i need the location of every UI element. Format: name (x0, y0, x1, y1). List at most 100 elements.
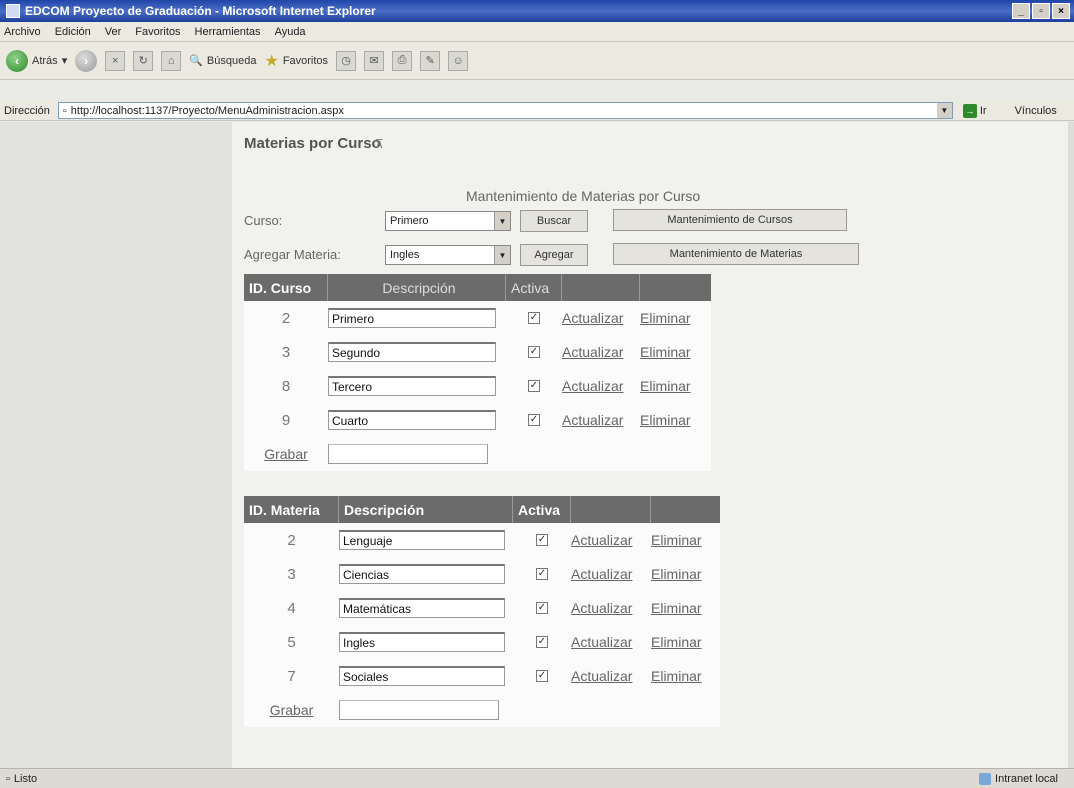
chevron-down-icon: ▼ (494, 246, 510, 264)
descripcion-input[interactable]: Ciencias (339, 564, 505, 584)
activa-checkbox[interactable]: ✓ (528, 380, 540, 392)
vertical-scrollbar[interactable] (1068, 122, 1074, 768)
header-descripcion: Descripción (328, 274, 506, 301)
table-row: 2 Primero ✓ Actualizar Eliminar (244, 301, 711, 335)
collapse-icon[interactable]: ⊼ (375, 137, 384, 151)
edit-icon[interactable]: ✎ (420, 50, 441, 71)
home-icon[interactable]: ⌂ (161, 50, 182, 71)
header-id-curso: ID. Curso (244, 274, 328, 301)
descripcion-input[interactable]: Ingles (339, 632, 505, 652)
descripcion-input[interactable]: Tercero (328, 376, 496, 396)
print-icon[interactable]: ⎙ (392, 50, 413, 71)
mantenimiento-materias-button[interactable]: Mantenimiento de Materias (613, 243, 859, 265)
eliminar-link[interactable]: Eliminar (651, 600, 702, 616)
refresh-icon[interactable]: ↻ (133, 50, 154, 71)
descripcion-input[interactable]: Sociales (339, 666, 505, 686)
actualizar-link[interactable]: Actualizar (571, 566, 632, 582)
curso-selected-value: Primero (390, 215, 429, 227)
new-curso-input[interactable] (328, 444, 488, 464)
address-dropdown-icon[interactable]: ▼ (936, 103, 952, 118)
new-materia-input[interactable] (339, 700, 499, 720)
grabar-link[interactable]: Grabar (270, 702, 314, 718)
history-icon[interactable]: ◷ (336, 50, 357, 71)
materia-select[interactable]: Ingles ▼ (385, 245, 511, 265)
table-row: 3 Ciencias ✓ Actualizar Eliminar (244, 557, 720, 591)
actualizar-link[interactable]: Actualizar (562, 378, 623, 394)
address-bar: Dirección ▫ http://localhost:1137/Proyec… (0, 101, 1074, 121)
agregar-button[interactable]: Agregar (520, 244, 588, 266)
cursos-grid-body: 2 Primero ✓ Actualizar Eliminar 3 Segund… (244, 301, 711, 471)
descripcion-input[interactable]: Lenguaje (339, 530, 505, 550)
eliminar-link[interactable]: Eliminar (640, 344, 691, 360)
activa-checkbox[interactable]: ✓ (528, 414, 540, 426)
row-id: 8 (281, 377, 291, 395)
eliminar-link[interactable]: Eliminar (651, 532, 702, 548)
search-button[interactable]: 🔍 Búsqueda (189, 54, 256, 68)
address-label: Dirección (4, 104, 50, 117)
dropdown-arrow-icon: ▾ (61, 55, 68, 67)
links-button[interactable]: Vínculos (1015, 105, 1057, 117)
forward-arrow-icon[interactable]: › (75, 49, 98, 72)
activa-checkbox[interactable]: ✓ (536, 568, 548, 580)
eliminar-link[interactable]: Eliminar (651, 668, 702, 684)
buscar-button[interactable]: Buscar (520, 210, 588, 232)
descripcion-input[interactable]: Cuarto (328, 410, 496, 430)
header-delete (651, 496, 720, 523)
activa-checkbox[interactable]: ✓ (536, 670, 548, 682)
header-id-materia: ID. Materia (244, 496, 339, 523)
maximize-icon[interactable]: ▫ (1032, 3, 1050, 19)
left-frame (0, 122, 232, 768)
menu-ver[interactable]: Ver (105, 26, 122, 38)
grabar-link[interactable]: Grabar (264, 446, 308, 462)
favorites-button[interactable]: ★ Favoritos (264, 51, 328, 71)
eliminar-link[interactable]: Eliminar (640, 310, 691, 326)
menu-favoritos[interactable]: Favoritos (135, 26, 180, 38)
descripcion-input[interactable]: Segundo (328, 342, 496, 362)
menu-edicion[interactable]: Edición (55, 26, 91, 38)
maintenance-title: Mantenimiento de Materias por Curso (466, 188, 701, 204)
go-button[interactable]: → Ir (962, 103, 987, 118)
eliminar-link[interactable]: Eliminar (640, 412, 691, 428)
actualizar-link[interactable]: Actualizar (562, 344, 623, 360)
menu-herramientas[interactable]: Herramientas (195, 26, 261, 38)
actualizar-link[interactable]: Actualizar (562, 310, 623, 326)
activa-checkbox[interactable]: ✓ (536, 636, 548, 648)
back-arrow-icon: ‹ (6, 49, 28, 72)
activa-checkbox[interactable]: ✓ (528, 346, 540, 358)
close-icon[interactable]: × (1052, 3, 1070, 19)
menu-archivo[interactable]: Archivo (4, 26, 41, 38)
page-title: Materias por Curso (244, 135, 381, 152)
header-delete (640, 274, 711, 301)
menu-ayuda[interactable]: Ayuda (275, 26, 306, 38)
actualizar-link[interactable]: Actualizar (571, 634, 632, 650)
activa-checkbox[interactable]: ✓ (536, 534, 548, 546)
eliminar-link[interactable]: Eliminar (651, 566, 702, 582)
eliminar-link[interactable]: Eliminar (651, 634, 702, 650)
table-row: 3 Segundo ✓ Actualizar Eliminar (244, 335, 711, 369)
messenger-icon[interactable]: ☺ (448, 50, 469, 71)
actualizar-link[interactable]: Actualizar (571, 668, 632, 684)
curso-label: Curso: (244, 213, 283, 228)
table-row: 9 Cuarto ✓ Actualizar Eliminar (244, 403, 711, 437)
actualizar-link[interactable]: Actualizar (562, 412, 623, 428)
actualizar-link[interactable]: Actualizar (571, 532, 632, 548)
stop-icon[interactable]: × (105, 50, 126, 71)
descripcion-input[interactable]: Matemáticas (339, 598, 505, 618)
actualizar-link[interactable]: Actualizar (571, 600, 632, 616)
zone-label: Intranet local (995, 772, 1058, 785)
minimize-icon[interactable]: _ (1012, 3, 1030, 19)
materias-grid-body: 2 Lenguaje ✓ Actualizar Eliminar 3 Cienc… (244, 523, 720, 727)
curso-select[interactable]: Primero ▼ (385, 211, 511, 231)
back-button[interactable]: ‹ Atrás ▾ (6, 49, 68, 72)
menu-bar: Archivo Edición Ver Favoritos Herramient… (0, 22, 1074, 42)
mail-icon[interactable]: ✉ (364, 50, 385, 71)
eliminar-link[interactable]: Eliminar (640, 378, 691, 394)
mantenimiento-cursos-button[interactable]: Mantenimiento de Cursos (613, 209, 847, 231)
activa-checkbox[interactable]: ✓ (528, 312, 540, 324)
table-row: 5 Ingles ✓ Actualizar Eliminar (244, 625, 720, 659)
agregar-materia-label: Agregar Materia: (244, 247, 341, 262)
activa-checkbox[interactable]: ✓ (536, 602, 548, 614)
security-zone: Intranet local (979, 772, 1058, 785)
descripcion-input[interactable]: Primero (328, 308, 496, 328)
address-input[interactable]: ▫ http://localhost:1137/Proyecto/MenuAdm… (57, 102, 953, 119)
